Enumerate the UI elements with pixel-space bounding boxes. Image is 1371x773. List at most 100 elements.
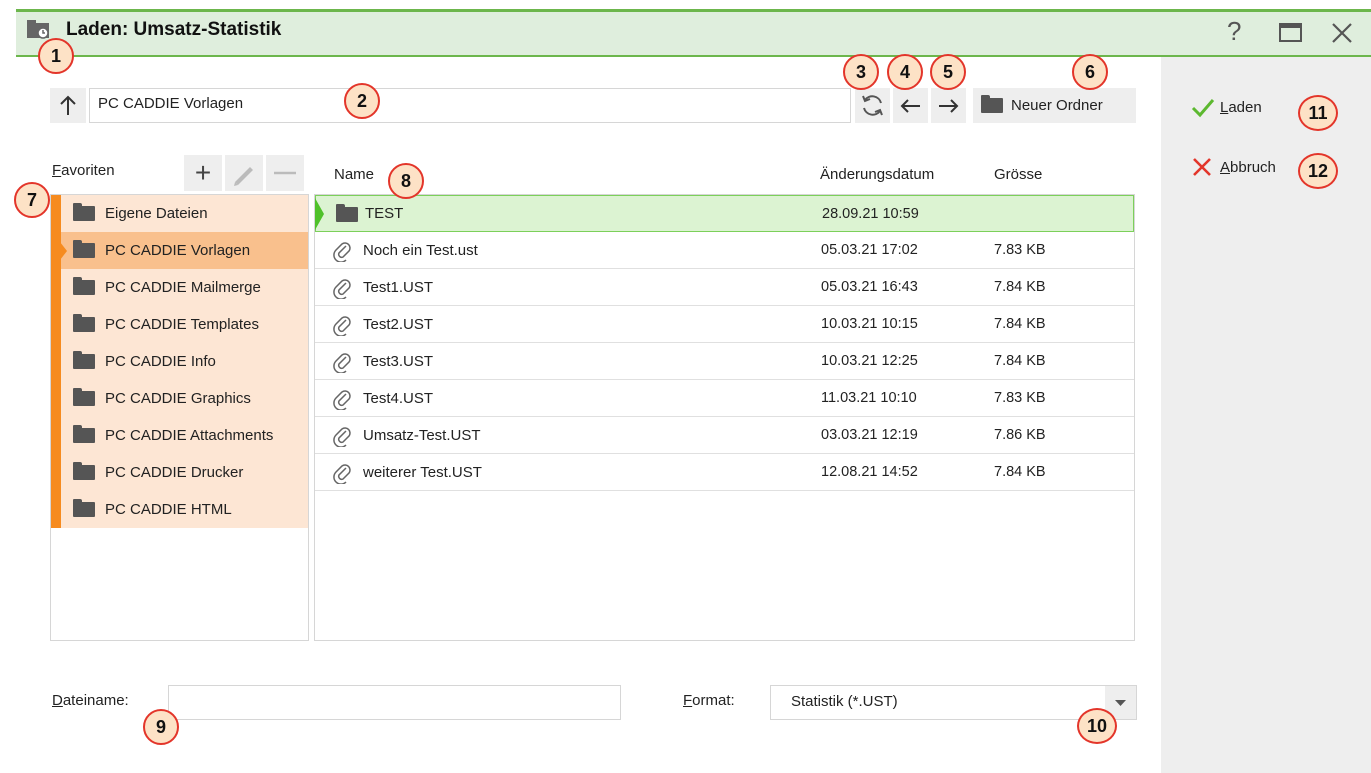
callout-marker: 10: [1077, 708, 1117, 744]
favorite-label: PC CADDIE Info: [105, 353, 216, 370]
file-date: 03.03.21 12:19: [821, 427, 918, 443]
favorite-item-vorlagen[interactable]: PC CADDIE Vorlagen: [51, 232, 308, 269]
format-mnemonic: F: [683, 692, 693, 709]
favorite-item-graphics[interactable]: PC CADDIE Graphics: [51, 380, 308, 417]
cancel-button[interactable]: Abbruch: [1190, 155, 1276, 179]
file-date: 05.03.21 17:02: [821, 242, 918, 258]
file-date: 11.03.21 10:10: [821, 390, 917, 406]
selection-pointer-icon: [60, 242, 67, 260]
file-row[interactable]: Test4.UST 11.03.21 10:10 7.83 KB: [315, 380, 1134, 417]
folder-icon: [73, 277, 95, 295]
folder-icon: [73, 240, 95, 258]
file-row[interactable]: Test1.UST 05.03.21 16:43 7.84 KB: [315, 269, 1134, 306]
paperclip-icon: [333, 242, 351, 262]
favorite-item-eigene-dateien[interactable]: Eigene Dateien: [51, 195, 308, 232]
folder-icon: [73, 388, 95, 406]
file-date: 10.03.21 10:15: [821, 316, 918, 332]
new-folder-button[interactable]: Neuer Ordner: [973, 88, 1136, 123]
favorite-label: Eigene Dateien: [105, 205, 208, 222]
add-favorite-icon[interactable]: +: [184, 155, 222, 191]
file-date: 10.03.21 12:25: [821, 353, 918, 369]
favorite-item-mailmerge[interactable]: PC CADDIE Mailmerge: [51, 269, 308, 306]
callout-marker: 12: [1298, 153, 1338, 189]
file-size: 7.83 KB: [994, 390, 1046, 406]
refresh-button[interactable]: [855, 88, 890, 123]
callout-marker: 2: [344, 83, 380, 119]
arrow-left-icon: [900, 99, 920, 113]
file-row[interactable]: weiterer Test.UST 12.08.21 14:52 7.84 KB: [315, 454, 1134, 491]
file-size: 7.84 KB: [994, 316, 1046, 332]
file-name: Umsatz-Test.UST: [363, 426, 481, 444]
paperclip-icon: [333, 464, 351, 484]
file-row[interactable]: Test3.UST 10.03.21 12:25 7.84 KB: [315, 343, 1134, 380]
load-button[interactable]: Laden: [1190, 96, 1262, 118]
cancel-label-mnemonic: A: [1220, 158, 1231, 176]
cancel-x-icon: [1193, 158, 1211, 176]
file-name: weiterer Test.UST: [363, 463, 482, 481]
file-name: Noch ein Test.ust: [363, 241, 478, 259]
checkmark-icon: [1191, 99, 1215, 118]
column-header-date[interactable]: Änderungsdatum: [820, 166, 934, 183]
edit-favorite-button[interactable]: [225, 155, 263, 191]
favorite-item-html[interactable]: PC CADDIE HTML: [51, 491, 308, 528]
callout-marker: 6: [1072, 54, 1108, 90]
callout-marker: 11: [1298, 95, 1338, 131]
paperclip-icon: [333, 279, 351, 299]
column-header-name[interactable]: Name: [334, 166, 374, 183]
file-row[interactable]: Noch ein Test.ust 05.03.21 17:02 7.83 KB: [315, 232, 1134, 269]
favorites-list: Eigene Dateien PC CADDIE Vorlagen PC CAD…: [50, 194, 309, 641]
favorite-label: PC CADDIE Templates: [105, 316, 259, 333]
favorites-label: avoriten: [61, 162, 115, 179]
file-size: 7.86 KB: [994, 427, 1046, 443]
favorites-mnemonic: F: [52, 162, 62, 179]
paperclip-icon: [333, 427, 351, 447]
path-input[interactable]: PC CADDIE Vorlagen: [89, 88, 851, 123]
callout-marker: 8: [388, 163, 424, 199]
format-label: Format:: [683, 692, 735, 709]
favorite-item-attachments[interactable]: PC CADDIE Attachments: [51, 417, 308, 454]
callout-marker: 5: [930, 54, 966, 90]
file-row-test[interactable]: TEST 28.09.21 10:59: [315, 195, 1134, 232]
file-date: 12.08.21 14:52: [821, 464, 918, 480]
favorites-heading: Favoriten: [52, 162, 115, 179]
callout-marker: 4: [887, 54, 923, 90]
remove-favorite-button[interactable]: [266, 155, 304, 191]
new-folder-label: Neuer Ordner: [1011, 97, 1103, 114]
file-list: TEST 28.09.21 10:59 Noch ein Test.ust 05…: [314, 194, 1135, 641]
folder-icon: [73, 499, 95, 517]
format-value: Statistik (*.UST): [791, 693, 898, 710]
favorite-item-info[interactable]: PC CADDIE Info: [51, 343, 308, 380]
file-size: 7.83 KB: [994, 242, 1046, 258]
folder-icon: [73, 462, 95, 480]
selection-marker-icon: [315, 198, 324, 230]
column-header-size[interactable]: Grösse: [994, 166, 1042, 183]
file-row[interactable]: Test2.UST 10.03.21 10:15 7.84 KB: [315, 306, 1134, 343]
paperclip-icon: [333, 390, 351, 410]
file-size: 7.84 KB: [994, 464, 1046, 480]
close-icon[interactable]: [1330, 21, 1354, 45]
help-icon[interactable]: ?: [1227, 16, 1241, 47]
up-button[interactable]: [50, 88, 86, 123]
folder-icon: [981, 95, 1003, 113]
filename-input[interactable]: [168, 685, 621, 720]
favorite-label: PC CADDIE Attachments: [105, 427, 274, 444]
paperclip-icon: [333, 316, 351, 336]
file-row[interactable]: Umsatz-Test.UST 03.03.21 12:19 7.86 KB: [315, 417, 1134, 454]
file-name: TEST: [365, 205, 404, 222]
maximize-icon[interactable]: [1278, 22, 1304, 44]
window-title: Laden: Umsatz-Statistik: [66, 19, 282, 40]
file-name: Test2.UST: [363, 315, 434, 333]
callout-marker: 7: [14, 182, 50, 218]
favorite-item-templates[interactable]: PC CADDIE Templates: [51, 306, 308, 343]
file-size: 7.84 KB: [994, 353, 1046, 369]
favorite-label: PC CADDIE Mailmerge: [105, 279, 261, 296]
forward-button[interactable]: [931, 88, 966, 123]
arrow-right-icon: [939, 99, 959, 113]
callout-marker: 9: [143, 709, 179, 745]
load-label: aden: [1228, 98, 1262, 116]
favorite-item-drucker[interactable]: PC CADDIE Drucker: [51, 454, 308, 491]
file-size: 7.84 KB: [994, 279, 1046, 295]
back-button[interactable]: [893, 88, 928, 123]
refresh-icon: [862, 95, 883, 116]
file-date: 05.03.21 16:43: [821, 279, 918, 295]
